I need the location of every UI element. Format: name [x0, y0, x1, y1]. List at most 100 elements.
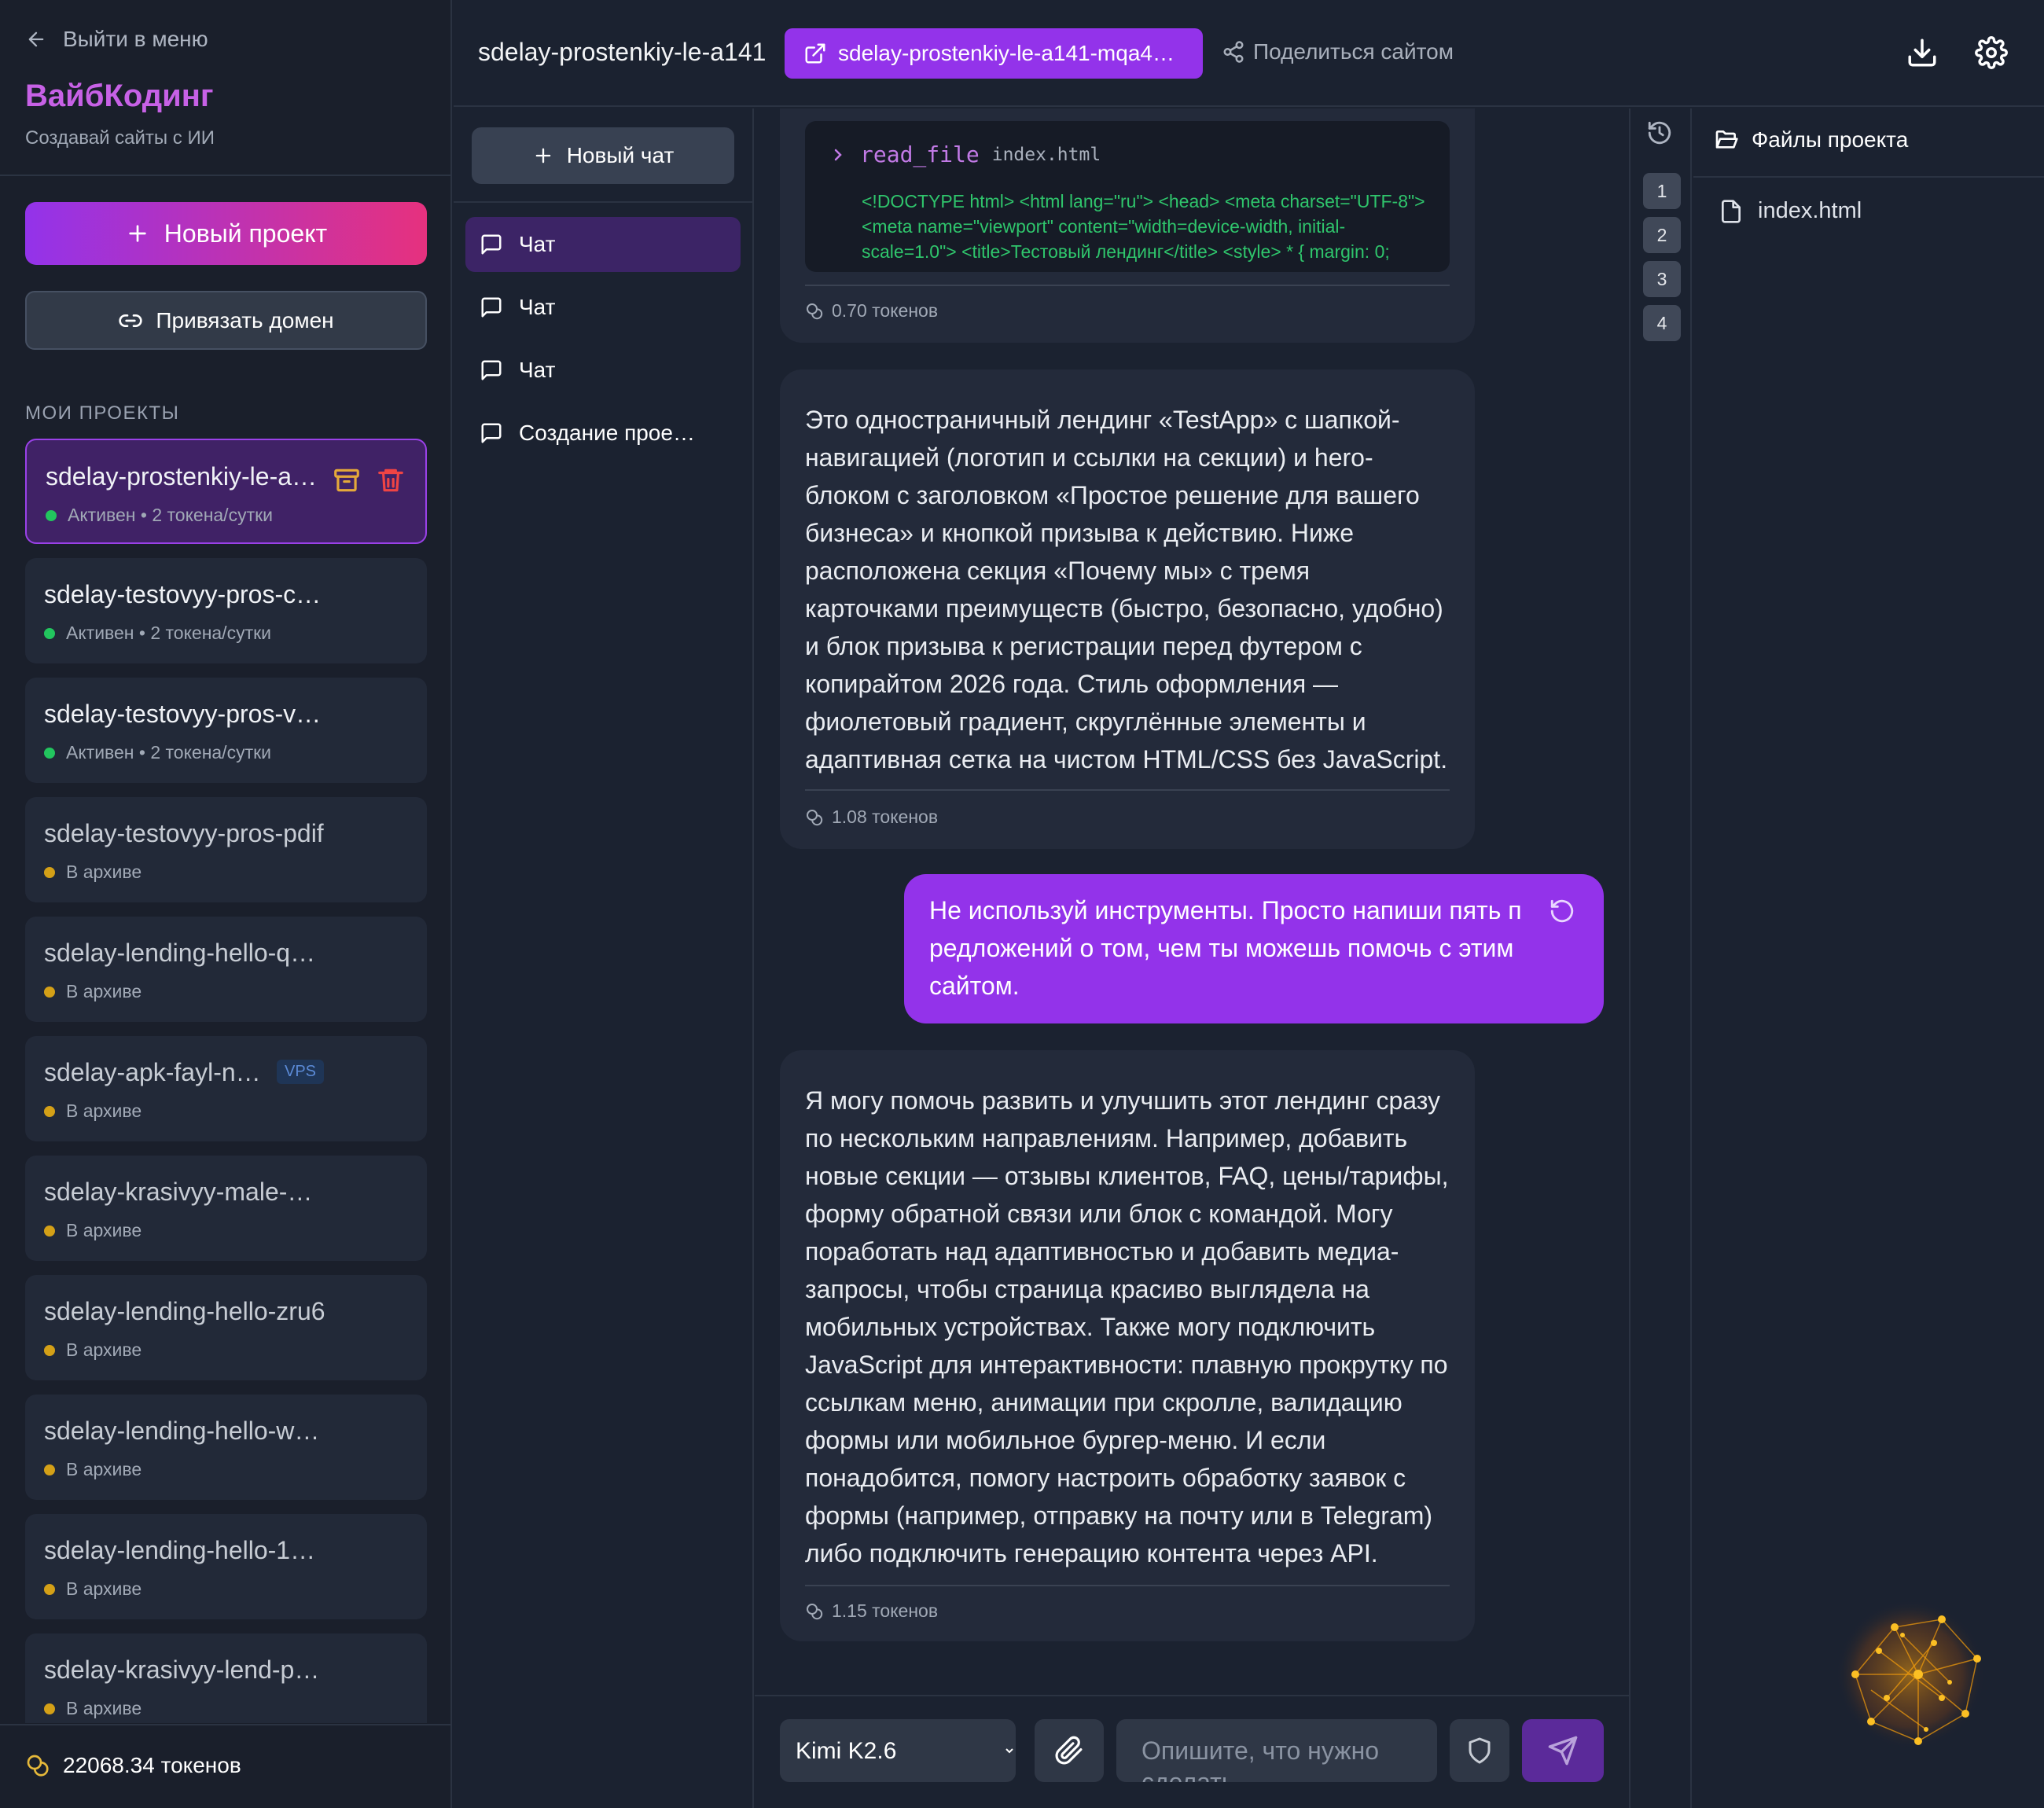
status-dot: [44, 747, 55, 759]
project-name: sdelay-prostenkiy-le-a…: [46, 462, 318, 491]
share-label: Поделиться сайтом: [1253, 39, 1454, 64]
project-card-active[interactable]: sdelay-prostenkiy-le-a… Активен • 2 токе…: [25, 439, 427, 544]
project-card[interactable]: sdelay-lending-hello-w… В архиве: [25, 1395, 427, 1500]
status-dot: [44, 986, 55, 998]
project-name: sdelay-lending-hello-q…: [44, 939, 316, 967]
project-card[interactable]: sdelay-lending-hello-1… В архиве: [25, 1514, 427, 1619]
chat-label: Создание прое…: [519, 421, 695, 445]
divider: [805, 285, 1450, 286]
chat-label: Чат: [519, 295, 556, 319]
file-item[interactable]: index.html: [1719, 198, 1862, 224]
status-text: Активен • 2 токена/сутки: [66, 623, 272, 643]
status-text: В архиве: [66, 862, 142, 882]
divider: [805, 1585, 1450, 1586]
send-button[interactable]: [1522, 1719, 1604, 1782]
token-count: 1.08 токенов: [805, 807, 938, 828]
token-count: 0.70 токенов: [805, 300, 938, 322]
paperclip-icon: [1054, 1736, 1084, 1766]
divider: [1693, 176, 2044, 178]
files-title: Файлы проекта: [1752, 127, 1909, 152]
tool-call-message: read_file index.html <!DOCTYPE html> <ht…: [780, 108, 1475, 343]
project-status: В архиве: [44, 1101, 142, 1122]
share-site-button[interactable]: Поделиться сайтом: [1222, 39, 1454, 64]
project-card[interactable]: sdelay-lending-hello-zru6 В архиве: [25, 1275, 427, 1380]
status-text: В архиве: [66, 1459, 142, 1479]
model-select[interactable]: Kimi K2.6: [780, 1719, 1016, 1782]
status-dot: [46, 509, 57, 521]
site-link-label: sdelay-prostenkiy-le-a141-mqa4…: [838, 41, 1175, 65]
status-dot: [44, 866, 55, 878]
history-icon[interactable]: [1646, 119, 1673, 146]
brand-tagline: Создавай сайты с ИИ: [25, 127, 215, 149]
project-name: sdelay-testovyy-pros-c…: [44, 580, 322, 608]
project-name: sdelay-testovyy-pros-v…: [44, 700, 322, 728]
project-list: sdelay-prostenkiy-le-a… Активен • 2 токе…: [25, 439, 427, 1723]
project-card[interactable]: sdelay-krasivyy-lend-p… В архиве: [25, 1633, 427, 1723]
project-name: sdelay-testovyy-pros-pdif: [44, 819, 324, 847]
trash-icon[interactable]: [376, 465, 406, 495]
chat-item[interactable]: Чат: [465, 343, 741, 398]
vps-badge: VPS: [277, 1060, 325, 1084]
files-header: Файлы проекта: [1714, 127, 1908, 153]
project-card[interactable]: sdelay-krasivyy-male-3… В архиве: [25, 1156, 427, 1261]
version-button[interactable]: 4: [1643, 305, 1681, 341]
project-name: sdelay-lending-hello-w…: [44, 1417, 320, 1445]
project-card[interactable]: sdelay-testovyy-pros-v… Активен • 2 токе…: [25, 678, 427, 783]
project-status: В архиве: [44, 1578, 142, 1600]
project-card[interactable]: sdelay-apk-fayl-n… VPS В архиве: [25, 1036, 427, 1141]
project-card[interactable]: sdelay-testovyy-pros-pdif В архиве: [25, 797, 427, 902]
version-button[interactable]: 2: [1643, 217, 1681, 253]
project-name: sdelay-krasivyy-lend-p…: [44, 1655, 320, 1684]
download-icon[interactable]: [1906, 36, 1939, 69]
tool-call-block[interactable]: read_file index.html <!DOCTYPE html> <ht…: [805, 121, 1450, 272]
external-link-icon: [803, 42, 827, 65]
status-text: В архиве: [66, 1101, 142, 1121]
chat-item[interactable]: Чат: [465, 280, 741, 335]
status-text: В архиве: [66, 1578, 142, 1599]
chevron-right-icon: [829, 145, 847, 164]
version-button[interactable]: 3: [1643, 261, 1681, 297]
retry-icon[interactable]: [1549, 898, 1575, 924]
tool-name: read_file: [860, 141, 980, 167]
new-chat-button[interactable]: Новый чат: [472, 127, 734, 184]
project-name: sdelay-apk-fayl-n…: [44, 1058, 261, 1086]
shield-button[interactable]: [1450, 1719, 1509, 1782]
message-icon: [480, 233, 503, 256]
project-status: В архиве: [44, 981, 142, 1002]
message-icon: [480, 358, 503, 382]
back-to-menu-link[interactable]: Выйти в меню: [25, 27, 208, 52]
status-dot: [44, 1703, 55, 1714]
bind-domain-button[interactable]: Привязать домен: [25, 291, 427, 350]
attach-button[interactable]: [1035, 1719, 1104, 1782]
project-status: Активен • 2 токена/сутки: [44, 623, 271, 644]
divider: [454, 201, 754, 203]
message-icon: [480, 296, 503, 319]
project-name: sdelay-krasivyy-male-3…: [44, 1178, 323, 1206]
message-text: Я могу помочь развить и улучшить этот ле…: [805, 1086, 1449, 1567]
chat-item-active[interactable]: Чат: [465, 217, 741, 272]
project-card[interactable]: sdelay-testovyy-pros-c… Активен • 2 токе…: [25, 558, 427, 663]
coins-icon: [805, 302, 824, 321]
status-text: В архиве: [66, 1698, 142, 1718]
plus-icon: [125, 221, 150, 246]
gear-icon[interactable]: [1975, 36, 2008, 69]
new-project-button[interactable]: Новый проект: [25, 202, 427, 265]
divider: [0, 175, 452, 176]
project-card[interactable]: sdelay-lending-hello-q… В архиве: [25, 917, 427, 1022]
token-count-text: 0.70 токенов: [832, 300, 939, 321]
status-dot: [44, 1344, 55, 1356]
token-count-text: 1.08 токенов: [832, 807, 939, 827]
open-site-button[interactable]: sdelay-prostenkiy-le-a141-mqa4…: [785, 28, 1203, 79]
coins-icon: [805, 808, 824, 827]
token-balance: 22068.34 токенов: [25, 1753, 241, 1778]
file-name: index.html: [1758, 198, 1862, 223]
chat-item[interactable]: Создание прое…: [465, 406, 741, 461]
new-chat-label: Новый чат: [566, 143, 675, 167]
archive-icon[interactable]: [332, 465, 362, 495]
version-button[interactable]: 1: [1643, 173, 1681, 209]
project-status: Активен • 2 токена/сутки: [44, 742, 271, 763]
prompt-input[interactable]: [1116, 1719, 1437, 1782]
network-orb-icon[interactable]: [1824, 1588, 1997, 1761]
project-name: sdelay-lending-hello-1…: [44, 1536, 316, 1564]
tool-call-header: read_file index.html: [829, 141, 1101, 167]
